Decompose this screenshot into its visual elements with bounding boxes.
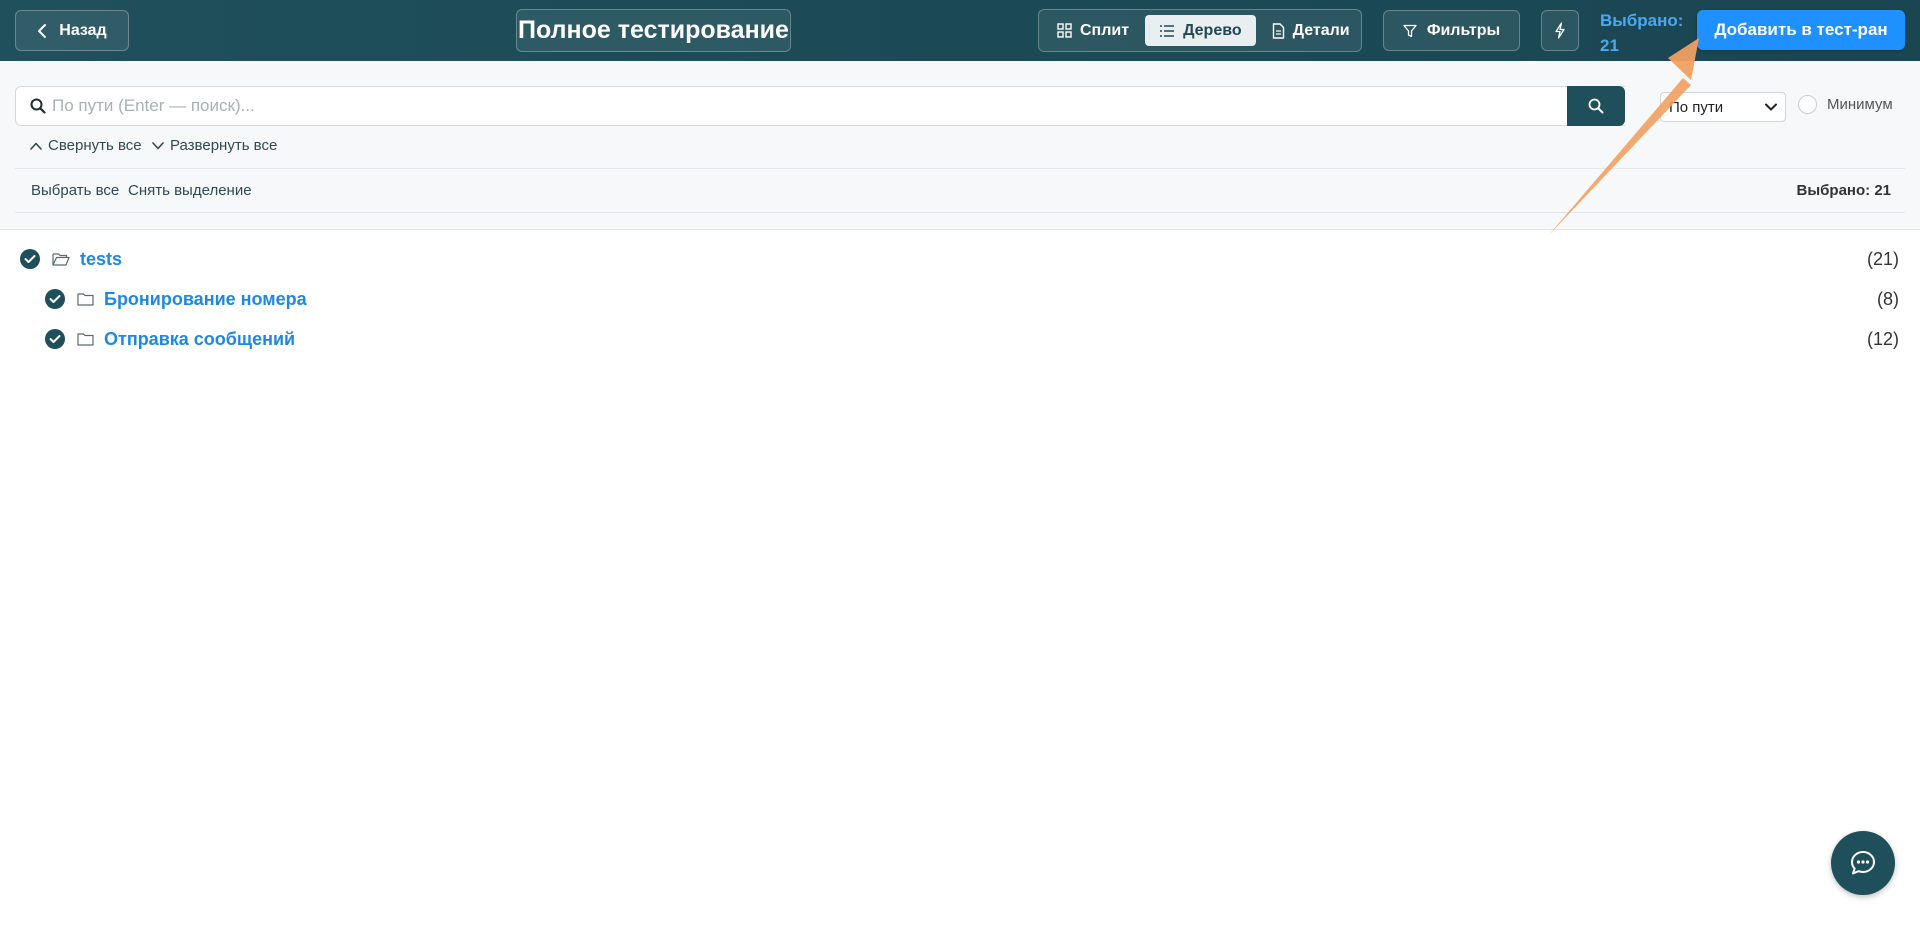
chevron-down-icon xyxy=(1765,103,1777,111)
selected-label: Выбрано: xyxy=(1600,11,1684,30)
chevron-up-icon xyxy=(30,142,42,150)
check-icon xyxy=(24,255,36,263)
node-checkbox[interactable] xyxy=(45,329,65,349)
node-name[interactable]: tests xyxy=(80,249,122,270)
folder-icon xyxy=(77,292,94,306)
check-icon xyxy=(49,295,61,303)
folder-icon xyxy=(77,332,94,346)
check-icon xyxy=(49,335,61,343)
sort-select[interactable]: По пути xyxy=(1660,92,1786,122)
node-count: (21) xyxy=(1866,248,1899,269)
chevron-down-icon xyxy=(152,141,164,149)
page-title: Полное тестирование xyxy=(516,9,791,52)
expand-all-label: Развернуть все xyxy=(170,137,278,154)
divider xyxy=(15,212,1905,213)
selected-counter: Выбрано: 21 xyxy=(1600,8,1690,58)
tree-list-icon xyxy=(1160,24,1175,37)
chevron-left-icon xyxy=(38,23,47,38)
tab-split-label: Сплит xyxy=(1080,21,1130,39)
tab-details-label: Детали xyxy=(1292,21,1350,39)
minimum-label: Минимум xyxy=(1827,96,1893,113)
expand-all-button[interactable]: Развернуть все xyxy=(152,137,277,154)
sort-value: По пути xyxy=(1669,98,1724,116)
node-checkbox[interactable] xyxy=(20,249,40,269)
back-label: Назад xyxy=(59,21,107,39)
selected-summary: Выбрано: 21 xyxy=(1796,182,1891,199)
tree-node-messages: Отправка сообщений (12) xyxy=(0,322,1920,356)
node-name[interactable]: Отправка сообщений xyxy=(104,329,295,350)
search-input[interactable] xyxy=(52,96,1625,116)
collapse-all-label: Свернуть все xyxy=(48,137,142,154)
chat-button[interactable] xyxy=(1831,831,1895,895)
tree-node-booking: Бронирование номера (8) xyxy=(0,282,1920,316)
node-checkbox[interactable] xyxy=(45,289,65,309)
minimum-checkbox[interactable] xyxy=(1798,95,1817,114)
search-icon xyxy=(30,98,46,114)
minimum-toggle[interactable]: Минимум xyxy=(1798,95,1893,114)
quick-action-button[interactable] xyxy=(1541,10,1579,51)
add-to-test-run-button[interactable]: Добавить в тест-ран xyxy=(1697,10,1905,50)
tab-details[interactable]: Детали xyxy=(1258,15,1364,46)
tab-split[interactable]: Сплит xyxy=(1043,15,1143,46)
node-name[interactable]: Бронирование номера xyxy=(104,289,307,310)
lightning-icon xyxy=(1555,22,1565,39)
selected-count: 21 xyxy=(1600,36,1619,55)
select-all-link[interactable]: Выбрать все xyxy=(31,182,119,199)
tab-tree[interactable]: Дерево xyxy=(1145,15,1256,46)
funnel-icon xyxy=(1403,24,1417,37)
back-button[interactable]: Назад xyxy=(15,10,129,51)
deselect-link[interactable]: Снять выделение xyxy=(128,182,252,199)
filters-label: Фильтры xyxy=(1426,21,1501,39)
tree-node-tests: tests (21) xyxy=(0,242,1920,276)
folder-open-icon xyxy=(52,252,70,266)
toolbar: По пути Минимум Свернуть все Развернуть … xyxy=(0,61,1920,230)
document-icon xyxy=(1272,22,1284,39)
chat-bubble-icon xyxy=(1851,851,1875,875)
collapse-all-button[interactable]: Свернуть все xyxy=(30,137,142,154)
tab-tree-label: Дерево xyxy=(1183,21,1242,39)
divider xyxy=(15,168,1905,169)
top-bar: Назад Полное тестирование Сплит Дерево Д… xyxy=(0,0,1920,61)
search-icon xyxy=(1588,98,1604,114)
node-count: (12) xyxy=(1866,328,1899,349)
search-button[interactable] xyxy=(1567,86,1625,126)
view-switcher: Сплит Дерево Детали xyxy=(1038,9,1362,52)
split-grid-icon xyxy=(1057,23,1072,38)
search-field xyxy=(15,86,1625,126)
filters-button[interactable]: Фильтры xyxy=(1383,10,1520,51)
node-count: (8) xyxy=(1877,288,1899,309)
